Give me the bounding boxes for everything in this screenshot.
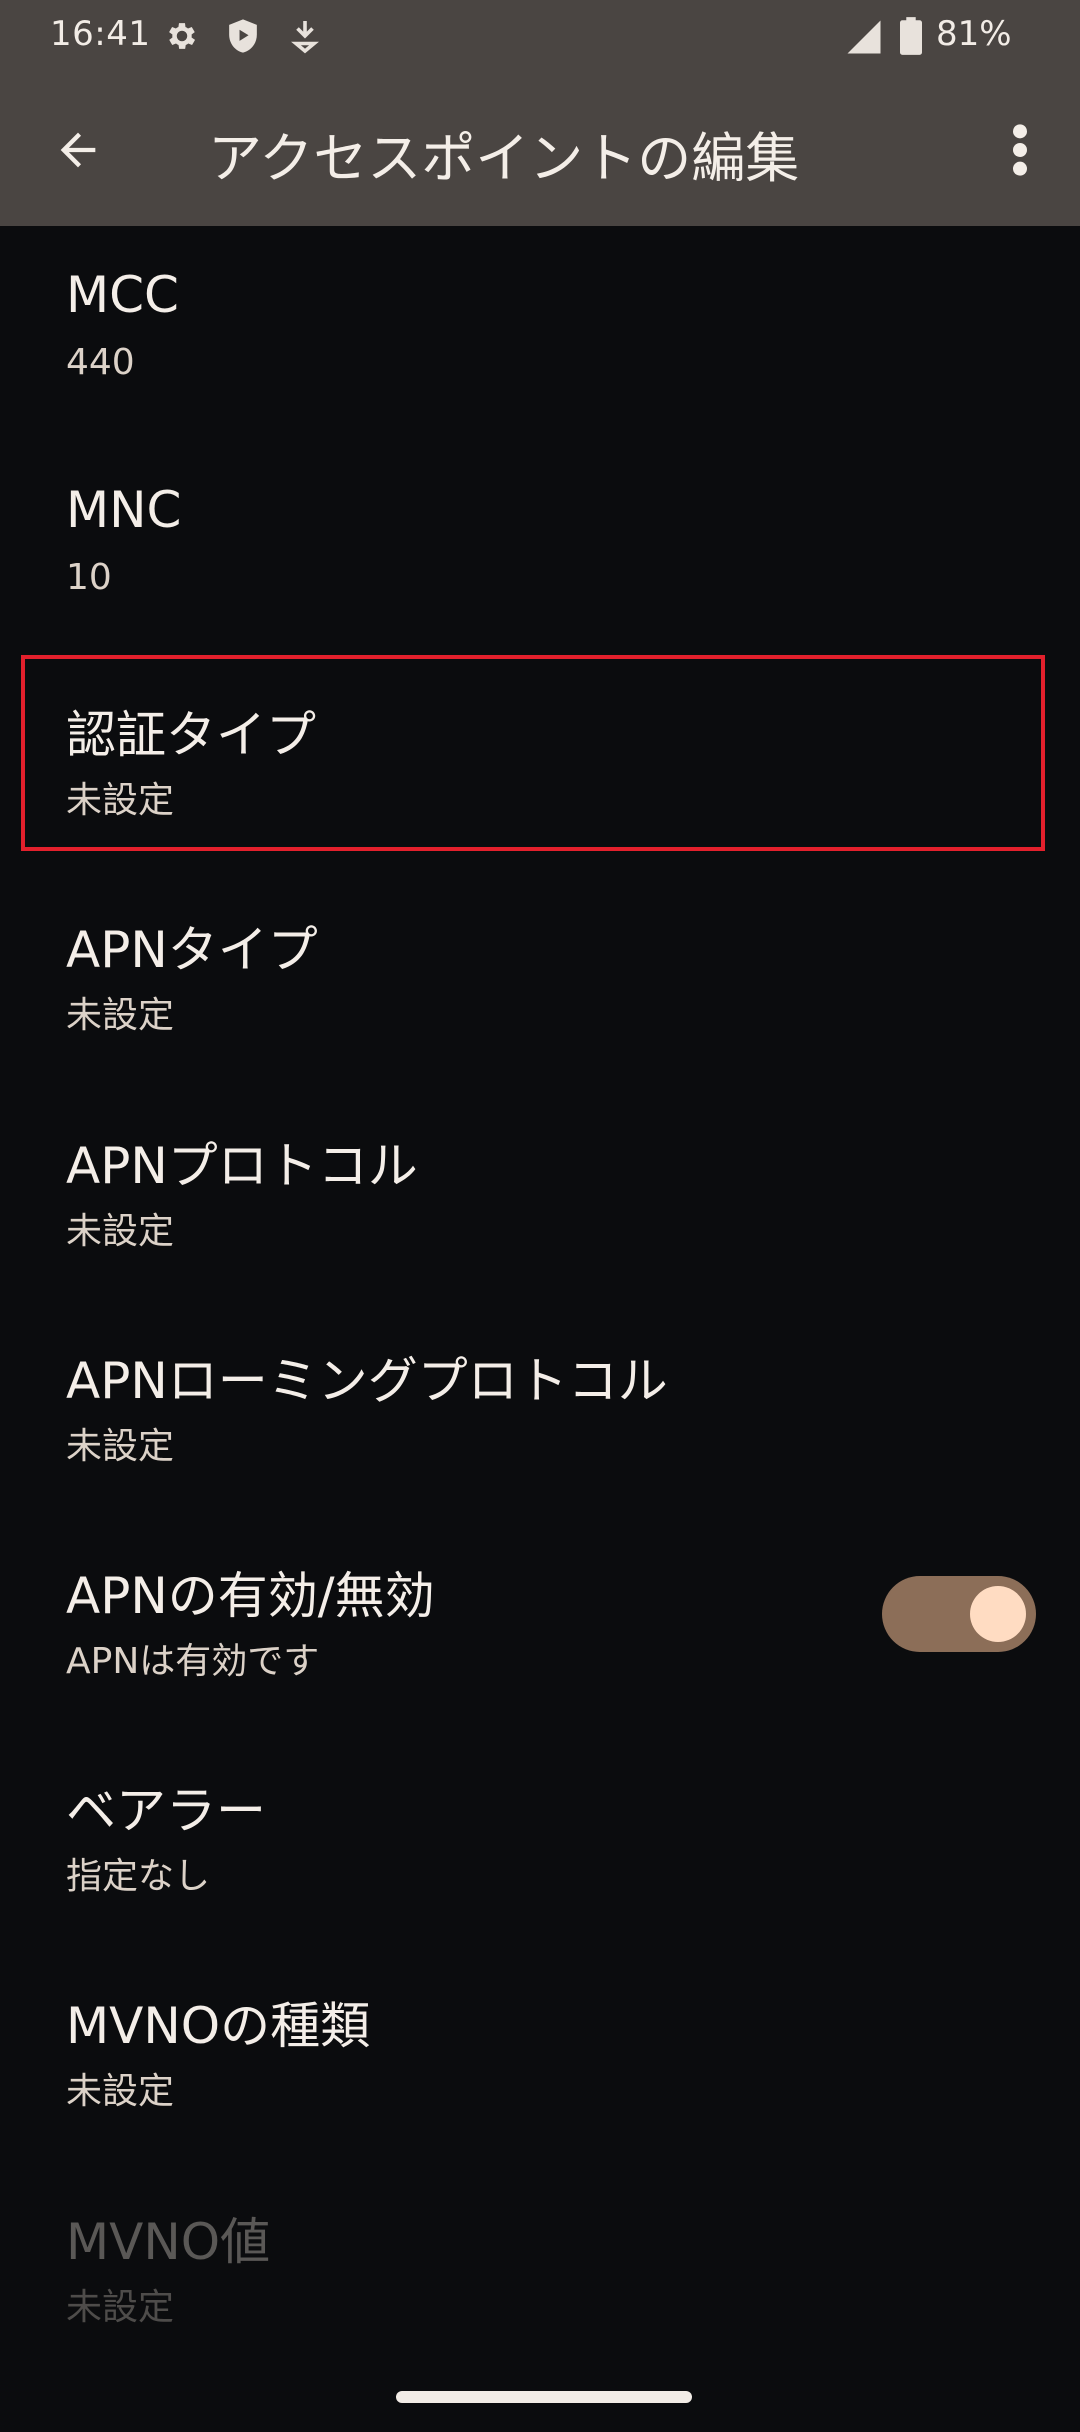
setting-mvno-type[interactable]: MVNOの種類 未設定	[0, 1946, 1080, 2146]
highlight-box	[21, 655, 1045, 851]
status-bar: 16:41 81%	[0, 0, 1080, 72]
shield-play-icon	[226, 18, 260, 58]
setting-title: APNの有効/無効	[66, 1567, 435, 1625]
setting-title: APNプロトコル	[66, 1137, 418, 1195]
app-bar: アクセスポイントの編集	[0, 72, 1080, 226]
setting-title: MVNOの種類	[66, 1997, 371, 2055]
setting-value: 未設定	[66, 1211, 175, 1252]
setting-apn-roaming-protocol[interactable]: APNローミングプロトコル 未設定	[0, 1301, 1080, 1501]
settings-gear-icon	[164, 18, 200, 58]
setting-mvno-value: MVNO値 未設定	[0, 2162, 1080, 2362]
setting-title: ベアラー	[66, 1782, 266, 1840]
download-icon	[290, 18, 320, 58]
setting-bearer[interactable]: ベアラー 指定なし	[0, 1731, 1080, 1931]
arrow-left-icon	[60, 132, 96, 168]
setting-title: MVNO値	[66, 2213, 271, 2271]
setting-value: 未設定	[66, 2287, 175, 2328]
gesture-navigation-bar[interactable]	[396, 2391, 692, 2403]
battery-percent: 81%	[936, 14, 1012, 54]
setting-title: APNローミングプロトコル	[66, 1352, 668, 1410]
setting-value: 10	[66, 557, 112, 598]
signal-icon	[846, 20, 882, 58]
status-time: 16:41	[50, 14, 151, 54]
setting-mnc[interactable]: MNC 10	[0, 441, 1080, 641]
setting-value: 440	[66, 342, 135, 383]
setting-value: 未設定	[66, 2071, 175, 2112]
setting-title: MCC	[66, 266, 179, 324]
back-button[interactable]	[38, 110, 118, 190]
setting-title: MNC	[66, 481, 182, 539]
setting-apn-type[interactable]: APNタイプ 未設定	[0, 870, 1080, 1070]
setting-mcc[interactable]: MCC 440	[0, 226, 1080, 426]
setting-value: 未設定	[66, 1426, 175, 1467]
apn-enable-toggle[interactable]	[882, 1576, 1036, 1652]
more-vert-icon	[1013, 124, 1027, 176]
toggle-thumb	[970, 1586, 1026, 1642]
setting-value: 未設定	[66, 995, 175, 1036]
setting-title: APNタイプ	[66, 921, 318, 979]
setting-value: APNは有効です	[66, 1641, 320, 1682]
more-options-button[interactable]	[988, 110, 1052, 190]
battery-icon	[900, 16, 922, 60]
page-title: アクセスポイントの編集	[208, 127, 800, 190]
setting-value: 指定なし	[66, 1856, 211, 1897]
setting-apn-protocol[interactable]: APNプロトコル 未設定	[0, 1086, 1080, 1286]
